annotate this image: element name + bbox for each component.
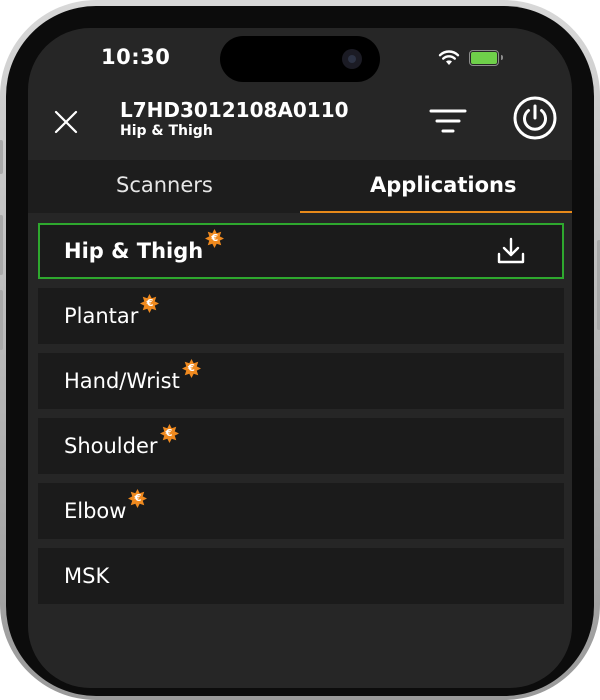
close-icon[interactable] — [50, 106, 82, 138]
mute-switch — [0, 140, 3, 174]
euro-badge-icon: € — [128, 489, 148, 508]
euro-badge-icon: € — [205, 229, 225, 248]
status-bar: 10:30 — [28, 28, 572, 98]
tab-applications[interactable]: Applications — [370, 173, 516, 197]
euro-badge-icon: € — [159, 424, 179, 443]
applications-list: Hip & Thigh € Plantar € Hand/Wrist € Should… — [38, 223, 564, 613]
active-tab-indicator — [300, 211, 572, 213]
application-label: Hand/Wrist € — [64, 359, 201, 393]
euro-badge-icon: € — [181, 359, 201, 378]
application-item-msk[interactable]: MSK — [38, 548, 564, 604]
application-item-plantar[interactable]: Plantar € — [38, 288, 564, 344]
filter-icon[interactable] — [428, 106, 468, 136]
application-item-hand-wrist[interactable]: Hand/Wrist € — [38, 353, 564, 409]
tab-bar: Scanners Applications — [28, 160, 572, 213]
status-time: 10:30 — [101, 45, 171, 69]
app-screen: 10:30 L7HD3012108A0110 Hip & Thigh Scann… — [28, 28, 572, 688]
application-label: Elbow € — [64, 489, 148, 523]
application-item-elbow[interactable]: Elbow € — [38, 483, 564, 539]
application-label: MSK — [64, 564, 110, 588]
power-icon[interactable] — [512, 95, 558, 141]
volume-down-button — [0, 290, 3, 350]
application-label: Plantar € — [64, 294, 160, 328]
device-id-title: L7HD3012108A0110 — [120, 98, 349, 122]
dynamic-island — [220, 36, 380, 82]
download-icon[interactable] — [496, 236, 526, 266]
application-label: Shoulder € — [64, 424, 179, 458]
tab-scanners[interactable]: Scanners — [116, 173, 213, 197]
application-label: Hip & Thigh € — [64, 229, 225, 263]
app-header: L7HD3012108A0110 Hip & Thigh — [28, 95, 572, 160]
volume-up-button — [0, 215, 3, 275]
front-camera-icon — [342, 49, 362, 69]
application-item-hip-thigh[interactable]: Hip & Thigh € — [38, 223, 564, 279]
wifi-icon — [438, 50, 460, 65]
application-item-shoulder[interactable]: Shoulder € — [38, 418, 564, 474]
header-subtitle: Hip & Thigh — [120, 123, 213, 139]
euro-badge-icon: € — [140, 294, 160, 313]
battery-icon — [469, 50, 503, 66]
